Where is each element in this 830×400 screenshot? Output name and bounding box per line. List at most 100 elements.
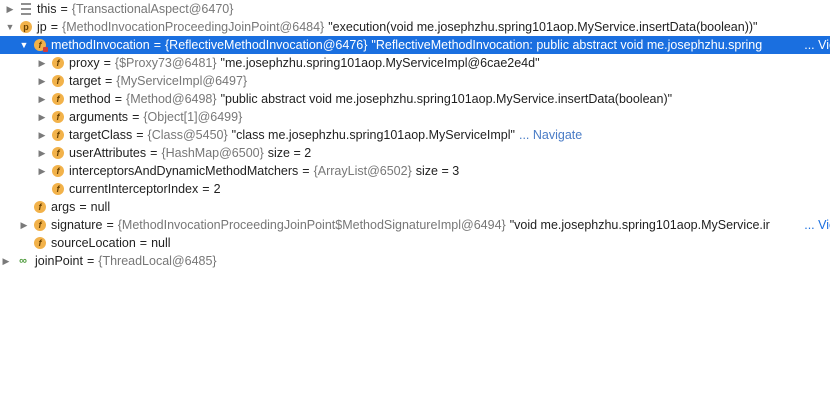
tree-row-method[interactable]: ▶ f method = {Method@6498} "public abstr… (0, 90, 830, 108)
var-name: methodInvocation (51, 38, 150, 52)
var-name: proxy (69, 56, 100, 70)
parameter-icon: p (20, 21, 32, 33)
var-type: {$Proxy73@6481} (114, 56, 217, 70)
var-type: {ReflectiveMethodInvocation@6476} (165, 38, 368, 52)
var-value: "execution(void me.josephzhu.spring101ao… (328, 20, 758, 34)
private-field-icon: f (34, 39, 48, 52)
expand-arrow-icon[interactable]: ▶ (36, 144, 48, 162)
tree-row-sourceLocation[interactable]: f sourceLocation = null (0, 234, 830, 252)
tree-row-this[interactable]: ▶ this = {TransactionalAspect@6470} (0, 0, 830, 18)
var-name: joinPoint (35, 254, 83, 268)
var-value: "ReflectiveMethodInvocation: public abst… (371, 38, 763, 52)
expand-arrow-icon[interactable]: ▶ (36, 126, 48, 144)
var-type: {MethodInvocationProceedingJoinPoint$Met… (117, 218, 506, 232)
var-name: userAttributes (69, 146, 147, 160)
var-name: targetClass (69, 128, 133, 142)
field-icon: f (34, 237, 46, 249)
tree-row-userAttributes[interactable]: ▶ f userAttributes = {HashMap@6500} size… (0, 144, 830, 162)
equals-sign: = (150, 146, 158, 160)
size-label: size = 2 (267, 146, 312, 160)
equals-sign: = (153, 38, 161, 52)
equals-sign: = (202, 182, 210, 196)
tree-row-methodInvocation[interactable]: ▼ f methodInvocation = {ReflectiveMethod… (0, 36, 830, 54)
equals-sign: = (103, 56, 111, 70)
var-value: "public abstract void me.josephzhu.sprin… (220, 92, 673, 106)
expand-arrow-icon[interactable]: ▶ (36, 72, 48, 90)
ellipsis: ... (804, 38, 815, 52)
tree-row-interceptors[interactable]: ▶ f interceptorsAndDynamicMethodMatchers… (0, 162, 830, 180)
equals-sign: = (139, 236, 148, 250)
field-icon: f (52, 165, 64, 177)
equals-sign: = (86, 254, 95, 268)
field-icon: f (52, 57, 64, 69)
field-icon: f (52, 75, 64, 87)
var-type: {Class@5450} (147, 128, 228, 142)
expand-arrow-icon[interactable]: ▶ (4, 0, 16, 18)
equals-sign: = (50, 20, 59, 34)
field-icon: f (52, 111, 64, 123)
var-name: target (69, 74, 101, 88)
expand-arrow-icon[interactable]: ▶ (18, 216, 30, 234)
var-type: {MethodInvocationProceedingJoinPoint@648… (62, 20, 325, 34)
ellipsis: ... (804, 218, 815, 232)
collapse-arrow-icon[interactable]: ▼ (18, 36, 30, 54)
tree-row-jp[interactable]: ▼ p jp = {MethodInvocationProceedingJoin… (0, 18, 830, 36)
equals-sign: = (60, 2, 68, 16)
tree-row-args[interactable]: f args = null (0, 198, 830, 216)
field-icon: f (52, 93, 64, 105)
equals-sign: = (104, 74, 113, 88)
equals-sign: = (132, 110, 140, 124)
var-value: 2 (213, 182, 221, 196)
var-type: {Object[1]@6499} (143, 110, 243, 124)
var-type: {ThreadLocal@6485} (98, 254, 217, 268)
size-label: size = 3 (415, 164, 460, 178)
equals-sign: = (79, 200, 87, 214)
view-link[interactable]: ... View (800, 36, 830, 54)
field-icon: f (52, 129, 64, 141)
tree-row-arguments[interactable]: ▶ f arguments = {Object[1]@6499} (0, 108, 830, 126)
var-value: "class me.josephzhu.spring101aop.MyServi… (231, 128, 515, 142)
var-type: {MyServiceImpl@6497} (116, 74, 248, 88)
var-name: currentInterceptorIndex (69, 182, 199, 196)
var-value: null (90, 200, 111, 214)
tree-row-joinPoint[interactable]: ▶ ∞ joinPoint = {ThreadLocal@6485} (0, 252, 830, 270)
field-icon: f (52, 183, 64, 195)
expand-arrow-icon[interactable]: ▶ (36, 54, 48, 72)
debugger-variables-tree: ▶ this = {TransactionalAspect@6470} ▼ p … (0, 0, 830, 400)
expand-arrow-icon[interactable]: ▶ (36, 162, 48, 180)
view-label: View (818, 38, 830, 52)
equals-sign: = (302, 164, 310, 178)
expand-arrow-icon[interactable]: ▶ (36, 90, 48, 108)
var-value: null (151, 236, 171, 250)
var-type: {HashMap@6500} (161, 146, 264, 160)
var-value: "me.josephzhu.spring101aop.MyServiceImpl… (220, 56, 540, 70)
field-icon: f (52, 147, 64, 159)
view-link[interactable]: ... View (800, 216, 830, 234)
var-type: {TransactionalAspect@6470} (71, 2, 234, 16)
var-name: jp (37, 20, 47, 34)
var-name: sourceLocation (51, 236, 136, 250)
tree-row-currentInterceptorIndex[interactable]: f currentInterceptorIndex = 2 (0, 180, 830, 198)
expand-arrow-icon[interactable]: ▶ (0, 252, 12, 270)
tree-row-targetClass[interactable]: ▶ f targetClass = {Class@5450} "class me… (0, 126, 830, 144)
var-name: arguments (69, 110, 129, 124)
navigate-link[interactable]: ... Navigate (519, 126, 582, 144)
var-name: args (51, 200, 76, 214)
equals-sign: = (106, 218, 114, 232)
tree-row-signature[interactable]: ▶ f signature = {MethodInvocationProceed… (0, 216, 830, 234)
var-value: "void me.josephzhu.spring101aop.MyServic… (509, 218, 770, 232)
equals-sign: = (136, 128, 144, 142)
var-name: signature (51, 218, 103, 232)
stack-frame-icon (20, 2, 32, 16)
field-icon: f (34, 201, 46, 213)
tree-row-target[interactable]: ▶ f target = {MyServiceImpl@6497} (0, 72, 830, 90)
tree-row-proxy[interactable]: ▶ f proxy = {$Proxy73@6481} "me.josephzh… (0, 54, 830, 72)
var-type: {ArrayList@6502} (313, 164, 412, 178)
collapse-arrow-icon[interactable]: ▼ (4, 18, 16, 36)
field-icon: f (34, 219, 46, 231)
expand-arrow-icon[interactable]: ▶ (36, 108, 48, 126)
watch-icon: ∞ (19, 255, 27, 267)
var-name: method (69, 92, 111, 106)
var-type: {Method@6498} (126, 92, 217, 106)
view-label: View (818, 218, 830, 232)
